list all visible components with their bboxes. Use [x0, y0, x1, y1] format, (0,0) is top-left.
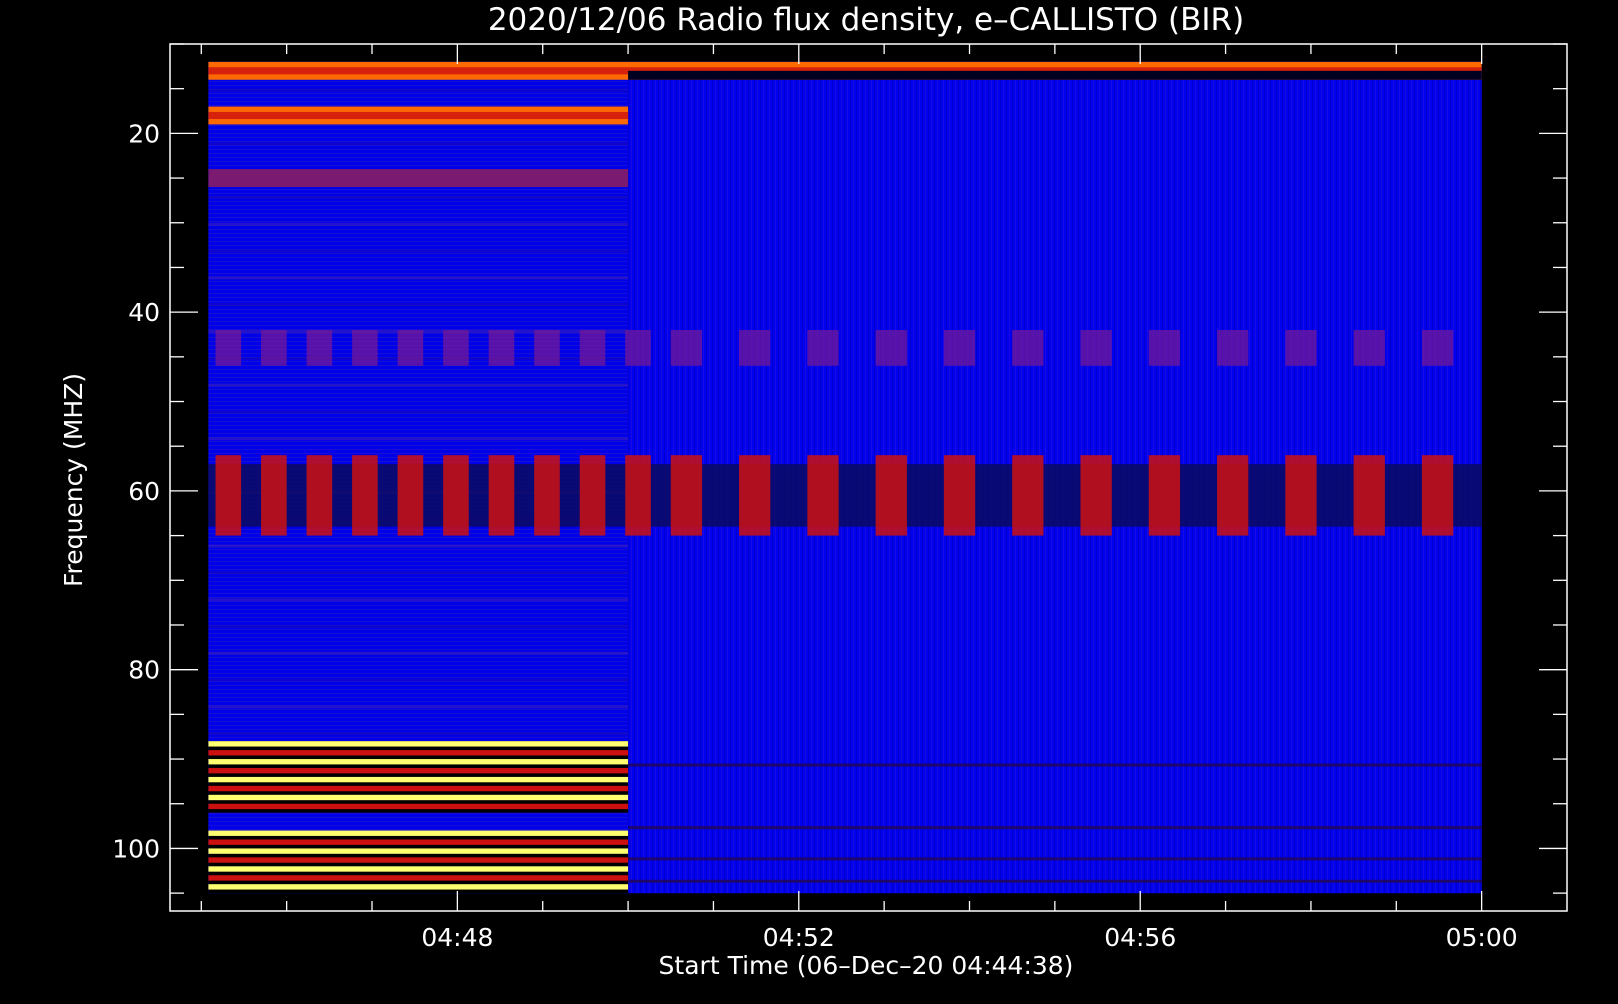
band-line	[208, 759, 629, 765]
burst-echo	[534, 330, 560, 366]
x-tick-label: 04:52	[763, 923, 835, 952]
stripe-pre	[208, 303, 629, 307]
stripe-pre	[208, 88, 629, 92]
spectrogram-image	[208, 61, 1482, 894]
band-line	[208, 848, 629, 854]
band-line	[208, 767, 629, 774]
y-tick-label: 40	[128, 298, 160, 327]
burst-echo	[1217, 330, 1249, 366]
burst-echo	[352, 330, 378, 366]
x-tick-label: 04:56	[1104, 923, 1176, 952]
y-axis-label: Frequency (MHZ)	[59, 373, 88, 587]
chart-title: 2020/12/06 Radio flux density, e–CALLIST…	[488, 2, 1244, 38]
burst-19	[1285, 455, 1317, 536]
burst-11	[739, 455, 771, 536]
burst-20	[1353, 455, 1385, 536]
burst-echo	[261, 330, 287, 366]
band-line	[208, 785, 629, 792]
burst-echo	[1148, 330, 1181, 366]
stripe-pre	[208, 222, 629, 226]
stripe-pre	[208, 142, 629, 146]
post-dark-line	[628, 826, 1482, 830]
burst-echo	[443, 330, 469, 366]
stripe-pre	[208, 571, 629, 575]
x-tick-label: 04:48	[421, 923, 493, 952]
burst-4	[397, 455, 424, 536]
band-line	[208, 857, 629, 863]
burst-echo	[215, 330, 242, 366]
band-line	[208, 741, 629, 747]
burst-echo	[1421, 330, 1454, 366]
stripe-pre	[208, 249, 629, 253]
post-dark-line	[628, 857, 1482, 861]
burst-6	[488, 455, 515, 536]
band-line	[208, 839, 629, 845]
spectrogram-chart: 2020/12/06 Radio flux density, e–CALLIST…	[0, 0, 1618, 1000]
stripe-pre	[208, 624, 629, 628]
burst-14	[943, 455, 976, 536]
burst-21	[1421, 455, 1454, 536]
burst-9	[625, 455, 651, 536]
band-line	[208, 750, 629, 756]
burst-echo	[488, 330, 515, 366]
stripe-pre	[208, 195, 629, 199]
burst-echo	[807, 330, 839, 366]
x-tick-label: 05:00	[1446, 923, 1518, 952]
stripe-pre	[208, 544, 629, 548]
burst-echo	[1080, 330, 1112, 366]
stripe-pre	[208, 705, 629, 709]
stripe-pre	[208, 276, 629, 280]
burst-7	[534, 455, 560, 536]
burst-18	[1217, 455, 1249, 536]
burst-echo	[306, 330, 333, 366]
stripe-pre	[208, 383, 629, 387]
burst-echo	[397, 330, 424, 366]
stripe-pre	[208, 732, 629, 736]
burst-3	[352, 455, 378, 536]
burst-16	[1080, 455, 1112, 536]
burst-echo	[1353, 330, 1385, 366]
burst-8	[579, 455, 606, 536]
stripe-pre	[208, 437, 629, 441]
burst-echo	[875, 330, 907, 366]
y-tick-label: 60	[128, 477, 160, 506]
burst-echo	[943, 330, 976, 366]
y-tick-label: 20	[128, 119, 160, 148]
burst-echo	[625, 330, 651, 366]
y-tick-label: 100	[112, 834, 160, 863]
band-line	[208, 794, 629, 801]
band-line	[208, 830, 629, 836]
burst-10	[670, 455, 703, 536]
burst-echo	[739, 330, 771, 366]
post-dark-line	[628, 763, 1482, 767]
burst-0	[215, 455, 242, 536]
stripe-pre	[208, 678, 629, 682]
chart-svg: 2020/12/06 Radio flux density, e–CALLIST…	[59, 2, 1568, 980]
band-line	[208, 875, 629, 881]
x-axis-label: Start Time (06–Dec–20 04:44:38)	[659, 951, 1074, 980]
burst-17	[1148, 455, 1181, 536]
band-core	[208, 111, 629, 120]
y-tick-label: 80	[128, 656, 160, 685]
burst-echo	[1285, 330, 1317, 366]
band-line	[208, 884, 629, 890]
stripe-pre	[208, 651, 629, 655]
post-dark-line	[628, 879, 1482, 883]
burst-15	[1012, 455, 1044, 536]
post-dark-top	[628, 70, 1482, 80]
burst-echo	[670, 330, 703, 366]
burst-13	[875, 455, 907, 536]
stripe-pre	[208, 410, 629, 414]
stripe-pre	[208, 598, 629, 602]
band-line	[208, 866, 629, 872]
burst-5	[443, 455, 469, 536]
band-line	[208, 776, 629, 783]
band-2	[208, 169, 629, 188]
band-line	[208, 803, 629, 810]
burst-1	[261, 455, 287, 536]
burst-2	[306, 455, 333, 536]
burst-12	[807, 455, 839, 536]
burst-echo	[579, 330, 606, 366]
burst-echo	[1012, 330, 1044, 366]
